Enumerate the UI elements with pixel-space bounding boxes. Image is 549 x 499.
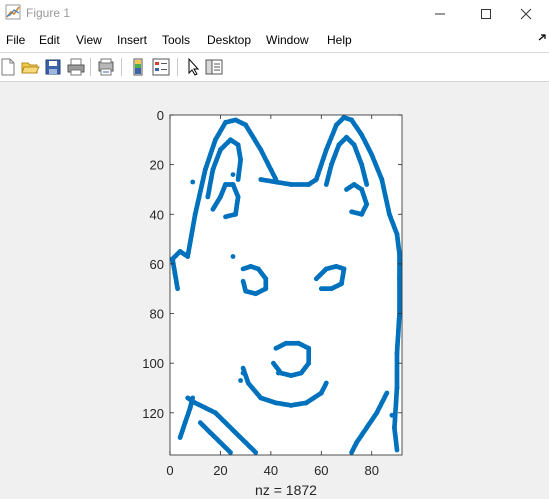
data-point [364, 182, 370, 187]
window-title: Figure 1 [26, 6, 71, 20]
matlab-figure-icon [5, 4, 21, 20]
data-point [389, 412, 395, 418]
menu-desktop[interactable]: Desktop [207, 33, 251, 47]
toolbar-separator [90, 58, 91, 76]
y-tick-label: 80 [150, 307, 164, 322]
y-tick-label: 0 [157, 108, 164, 123]
title-bar: Figure 1 [0, 0, 549, 28]
maximize-icon [481, 9, 491, 19]
minimize-button[interactable] [417, 0, 463, 28]
data-point [223, 214, 228, 220]
data-point [240, 278, 246, 284]
toolbar-separator [177, 58, 178, 76]
print-preview-icon[interactable] [96, 57, 116, 77]
data-point [238, 378, 244, 383]
dock-arrow-icon[interactable] [537, 33, 547, 43]
data-point [318, 286, 324, 292]
data-point [190, 395, 196, 401]
minimize-icon [435, 13, 445, 15]
x-tick-label: 0 [166, 463, 173, 478]
y-tick-label: 20 [150, 158, 164, 173]
menu-file[interactable]: File [6, 33, 25, 47]
print-icon[interactable] [66, 57, 86, 77]
data-point [394, 447, 400, 453]
y-tick-label: 100 [142, 356, 164, 371]
toolbar-separator [121, 58, 122, 76]
menu-window[interactable]: Window [266, 33, 309, 47]
menu-bar: File Edit View Insert Tools Desktop Wind… [0, 28, 549, 53]
spy-plot[interactable]: 0 20 40 60 80 0 20 40 60 80 100 120 nz = 1872 [0, 82, 549, 499]
data-point [230, 254, 236, 259]
data-point [230, 172, 236, 177]
menu-tools[interactable]: Tools [162, 33, 190, 47]
x-tick-label: 60 [314, 463, 328, 478]
menu-insert[interactable]: Insert [117, 33, 147, 47]
data-point [253, 450, 259, 455]
data-point [323, 380, 329, 386]
data-point [235, 177, 241, 182]
data-point [175, 286, 181, 292]
y-tick-label: 60 [150, 257, 164, 272]
insert-colorbar-icon[interactable] [128, 57, 148, 77]
data-point [349, 209, 354, 215]
x-tick-label: 20 [213, 463, 227, 478]
menu-help[interactable]: Help [327, 33, 352, 47]
x-tick-label: 80 [365, 463, 379, 478]
data-point [271, 360, 276, 366]
y-tick-label: 40 [150, 207, 164, 222]
data-point [240, 370, 246, 376]
property-inspector-icon[interactable] [204, 57, 224, 77]
close-icon [520, 8, 532, 20]
data-point [276, 370, 281, 376]
new-figure-icon[interactable] [0, 57, 18, 77]
toolbar [0, 53, 549, 82]
close-button[interactable] [503, 0, 549, 28]
data-point [190, 179, 196, 185]
insert-legend-icon[interactable] [151, 57, 171, 77]
menu-edit[interactable]: Edit [39, 33, 60, 47]
data-point [228, 450, 233, 455]
edit-plot-icon[interactable] [184, 57, 204, 77]
y-tick-label: 120 [142, 406, 164, 421]
data-point [349, 450, 354, 455]
x-tick-label: 40 [264, 463, 278, 478]
save-icon[interactable] [43, 57, 63, 77]
open-file-icon[interactable] [20, 57, 40, 77]
x-axis-label: nz = 1872 [255, 482, 317, 498]
menu-view[interactable]: View [76, 33, 102, 47]
